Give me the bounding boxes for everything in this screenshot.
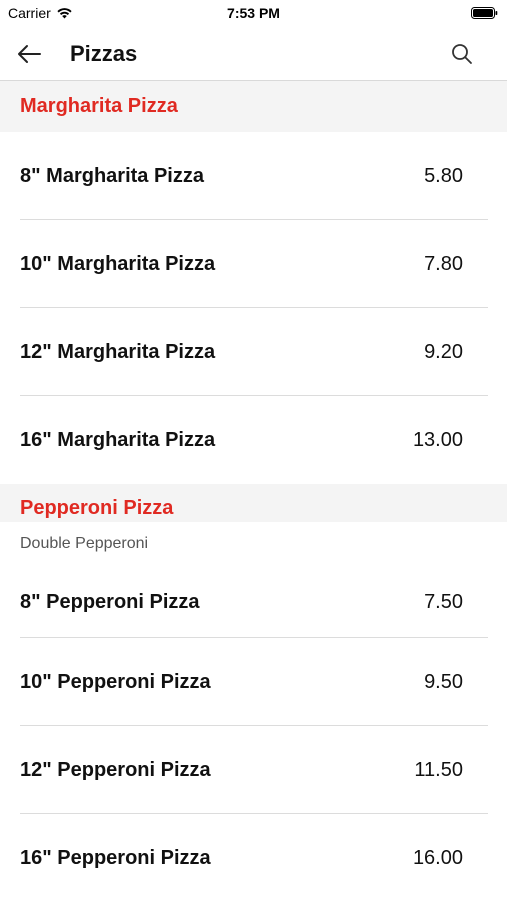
item-name: 12" Pepperoni Pizza [20, 758, 211, 781]
battery-icon [471, 7, 498, 19]
page-title: Pizzas [70, 41, 138, 66]
item-price: 5.80 [424, 164, 463, 187]
menu-item[interactable]: 10" Margharita Pizza 7.80 [20, 220, 488, 308]
section-title: Margharita Pizza [20, 95, 178, 117]
item-price: 9.20 [424, 340, 463, 363]
item-name: 16" Margharita Pizza [20, 428, 216, 451]
item-name: 10" Pepperoni Pizza [20, 670, 211, 693]
nav-bar: Pizzas [0, 28, 507, 81]
menu-item[interactable]: 8" Pepperoni Pizza 7.50 [20, 566, 488, 638]
item-name: 8" Pepperoni Pizza [20, 590, 200, 613]
item-price: 16.00 [412, 846, 463, 869]
item-price: 7.80 [424, 252, 463, 275]
item-name: 8" Margharita Pizza [20, 164, 204, 187]
status-bar: Carrier 7:53 PM [0, 0, 507, 28]
menu-list: Margharita Pizza 8" Margharita Pizza 5.8… [0, 81, 507, 900]
back-arrow-icon [18, 45, 41, 63]
search-button[interactable] [447, 40, 477, 68]
item-price: 13.00 [412, 428, 463, 451]
item-name: 12" Margharita Pizza [20, 340, 216, 363]
screen: Carrier 7:53 PM Pizzas Margharita Pizza … [0, 0, 507, 900]
menu-item[interactable]: 10" Pepperoni Pizza 9.50 [20, 638, 488, 726]
section-header-margharita: Margharita Pizza [0, 81, 507, 132]
item-price: 7.50 [424, 590, 463, 613]
menu-item[interactable]: 16" Margharita Pizza 13.00 [20, 396, 488, 484]
search-icon [452, 44, 472, 64]
section-title: Pepperoni Pizza [20, 497, 174, 519]
menu-item[interactable]: 12" Pepperoni Pizza 11.50 [20, 726, 488, 814]
item-name: 10" Margharita Pizza [20, 252, 216, 275]
item-price: 11.50 [414, 758, 463, 781]
menu-item[interactable]: 16" Pepperoni Pizza 16.00 [20, 814, 488, 900]
back-button[interactable] [14, 40, 44, 68]
item-price: 9.50 [424, 670, 463, 693]
item-name: 16" Pepperoni Pizza [20, 846, 211, 869]
status-time: 7:53 PM [227, 5, 280, 21]
menu-item[interactable]: 8" Margharita Pizza 5.80 [20, 132, 488, 220]
section-header-pepperoni: Pepperoni Pizza [0, 484, 507, 522]
menu-item[interactable]: 12" Margharita Pizza 9.20 [20, 308, 488, 396]
section-description: Double Pepperoni [20, 535, 149, 552]
